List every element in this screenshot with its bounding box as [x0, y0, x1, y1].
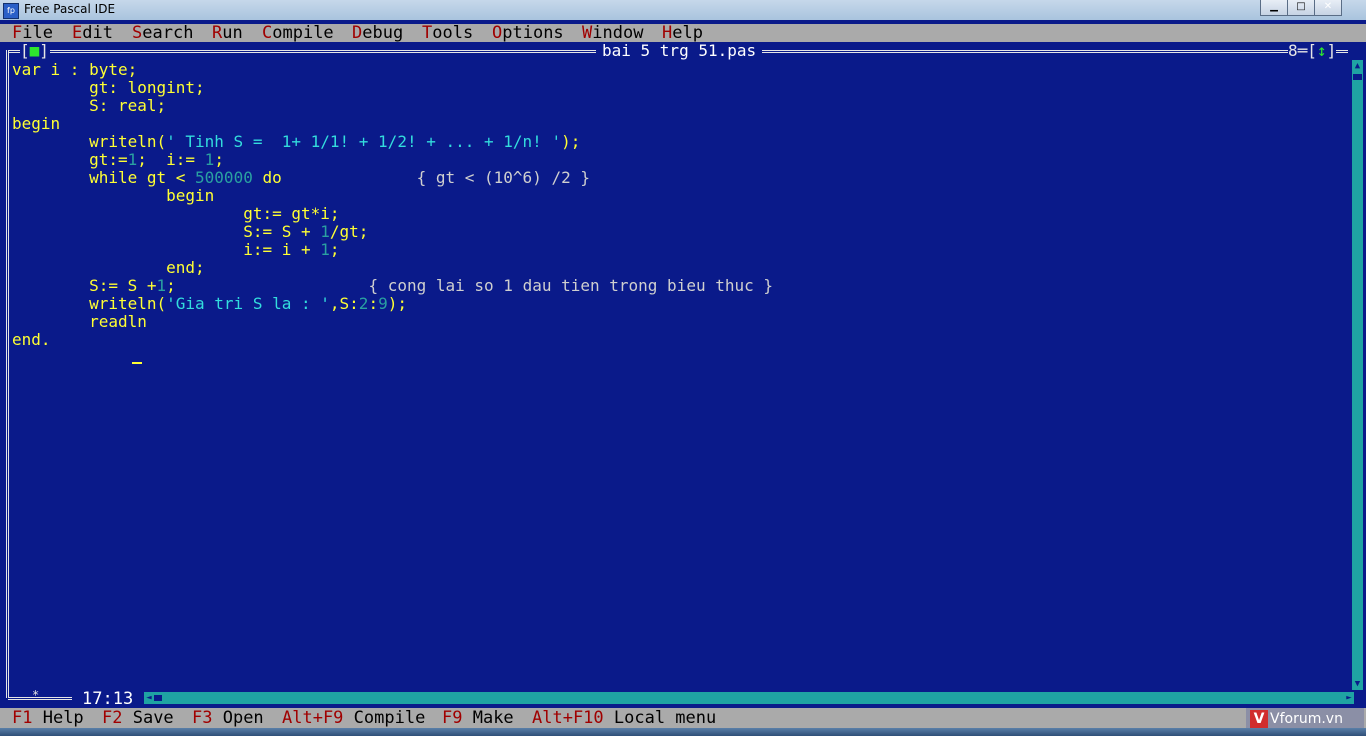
string-literal: 'Gia tri S la : '	[166, 294, 330, 313]
menu-compile[interactable]: Compile	[262, 24, 334, 42]
window-number: 8	[1288, 41, 1298, 60]
code-editor[interactable]: var i : byte; gt: longint; S: real; begi…	[12, 61, 773, 349]
number-literal: 1	[127, 150, 138, 169]
number-literal: 2	[358, 294, 369, 313]
code-line: end.	[12, 330, 51, 349]
close-square-icon: ■	[29, 41, 40, 60]
menu-help[interactable]: Help	[662, 24, 703, 42]
editor-window-number-zoom[interactable]: 8═[↕]	[1288, 41, 1337, 60]
key-make[interactable]: F9 Make	[442, 708, 514, 728]
modified-marker: *	[32, 688, 40, 702]
minimize-button[interactable]: ▁	[1260, 0, 1288, 16]
scroll-up-arrow-icon[interactable]: ▲	[1352, 60, 1363, 72]
key-save[interactable]: F2 Save	[102, 708, 174, 728]
number-literal: 1	[156, 276, 167, 295]
scroll-left-arrow-icon[interactable]: ◄	[144, 692, 154, 704]
vforum-watermark: V Vforum.vn	[1246, 708, 1364, 730]
scroll-down-arrow-icon[interactable]: ▼	[1352, 678, 1363, 690]
close-button[interactable]: ✕	[1314, 0, 1342, 16]
text-cursor	[132, 362, 142, 364]
zoom-arrow-icon[interactable]: ↕	[1317, 41, 1327, 60]
menu-run[interactable]: Run	[212, 24, 243, 42]
menu-bar: File Edit Search Run Compile Debug Tools…	[0, 24, 1366, 42]
window-title: Free Pascal IDE	[24, 2, 116, 16]
vertical-scrollbar[interactable]: ▲ ▼	[1352, 60, 1363, 690]
number-literal: 1	[320, 222, 330, 241]
key-local-menu[interactable]: Alt+F10 Local menu	[532, 708, 716, 728]
editor-bottom-border	[8, 697, 72, 700]
code-line: begin	[12, 186, 215, 205]
editor-close-box[interactable]: [■]	[20, 42, 50, 60]
code-line: var i : byte;	[12, 60, 138, 79]
horizontal-scrollbar[interactable]: ◄ ►	[144, 692, 1354, 704]
editor-file-name: bai 5 trg 51.pas	[596, 42, 763, 60]
number-literal: 500000	[195, 168, 253, 187]
function-key-bar: F1 Help F2 Save F3 Open Alt+F9 Compile F…	[0, 708, 1366, 728]
code-line: begin	[12, 114, 61, 133]
maximize-button[interactable]: □	[1287, 0, 1315, 16]
windows-taskbar	[0, 728, 1366, 736]
code-line: gt:= gt*i;	[12, 204, 340, 223]
menu-window[interactable]: Window	[582, 24, 643, 42]
code-line: S: real;	[12, 96, 167, 115]
menu-search[interactable]: Search	[132, 24, 193, 42]
code-line: end;	[12, 258, 205, 277]
menu-edit[interactable]: Edit	[72, 24, 113, 42]
menu-file[interactable]: File	[12, 24, 53, 42]
cursor-position: 17:13	[78, 690, 138, 708]
code-comment: { gt < (10^6) /2 }	[281, 168, 590, 187]
window-title-bar: fp Free Pascal IDE ▁ □ ✕	[0, 0, 1366, 20]
vertical-scroll-thumb[interactable]	[1353, 74, 1362, 80]
code-line: gt: longint;	[12, 78, 205, 97]
number-literal: 1	[204, 150, 215, 169]
code-line: readln	[12, 312, 147, 331]
code-comment: { cong lai so 1 dau tien trong bieu thuc…	[175, 276, 774, 295]
horizontal-scroll-thumb[interactable]	[154, 695, 162, 701]
vforum-logo-icon: V	[1250, 710, 1268, 728]
number-literal: 9	[378, 294, 388, 313]
editor-left-border	[6, 50, 9, 698]
menu-debug[interactable]: Debug	[352, 24, 403, 42]
number-literal: 1	[320, 240, 330, 259]
menu-tools[interactable]: Tools	[422, 24, 473, 42]
key-open[interactable]: F3 Open	[192, 708, 264, 728]
menu-options[interactable]: Options	[492, 24, 564, 42]
scroll-right-arrow-icon[interactable]: ►	[1344, 692, 1354, 704]
string-literal: ' Tinh S = 1+ 1/1! + 1/2! + ... + 1/n! '	[166, 132, 562, 151]
free-pascal-app-icon: fp	[3, 3, 19, 19]
key-help[interactable]: F1 Help	[12, 708, 84, 728]
key-compile[interactable]: Alt+F9 Compile	[282, 708, 425, 728]
